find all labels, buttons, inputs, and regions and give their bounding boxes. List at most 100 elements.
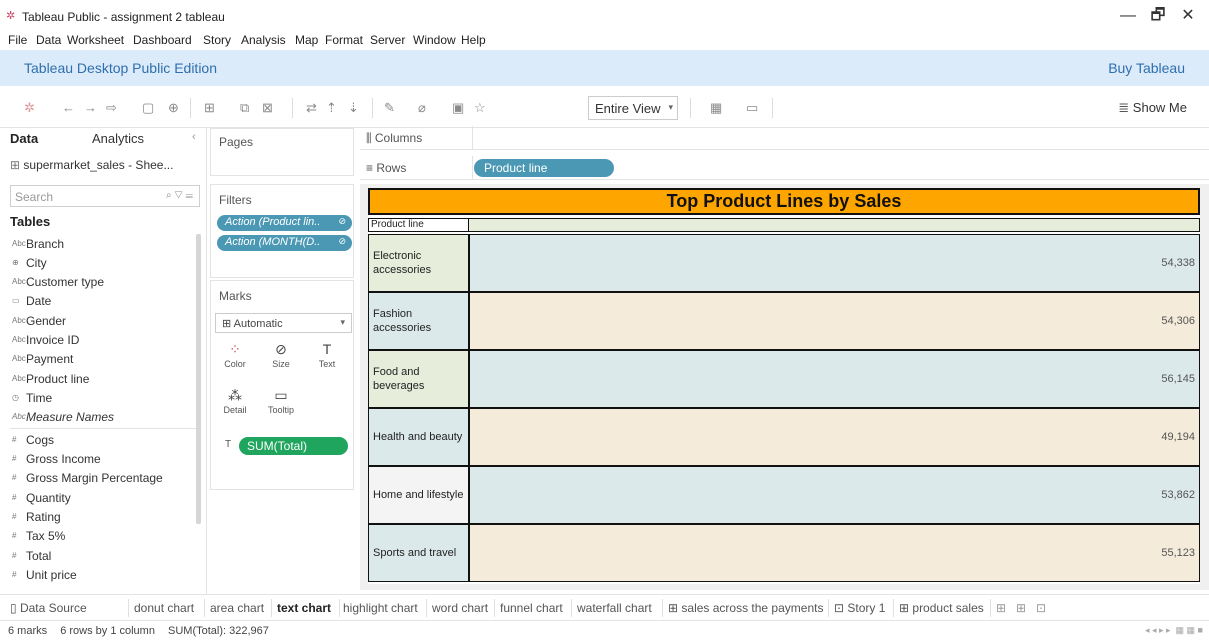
buy-tableau-link[interactable]: Buy Tableau xyxy=(1108,60,1185,76)
tab-analytics[interactable]: Analytics xyxy=(92,131,144,146)
field-cogs[interactable]: # Cogs xyxy=(12,432,54,448)
duplicate-icon[interactable]: ⧉ xyxy=(240,100,249,116)
tab-data[interactable]: Data xyxy=(10,131,38,146)
value-cell[interactable]: 49,194 xyxy=(468,408,1200,466)
tableau-logo-icon[interactable]: ✲ xyxy=(24,100,35,116)
rows-shelf[interactable]: ≡ Rows Product line xyxy=(360,156,1209,180)
swap-rows-columns-icon[interactable]: ⇄ xyxy=(306,100,317,116)
value-cell[interactable]: 54,306 xyxy=(468,292,1200,350)
field-product-line[interactable]: Abc Product line xyxy=(12,371,89,387)
menu-server[interactable]: Server xyxy=(370,32,405,48)
menu-dashboard[interactable]: Dashboard xyxy=(133,32,192,48)
value-cell[interactable]: 55,123 xyxy=(468,524,1200,582)
menu-help[interactable]: Help xyxy=(461,32,486,48)
field-date[interactable]: ▭ Date xyxy=(12,293,51,309)
color-button[interactable]: ⁘ Color xyxy=(217,339,253,379)
header-product-line[interactable]: Product line xyxy=(368,218,470,232)
undo-icon[interactable]: ← xyxy=(62,100,75,116)
presentation-icon[interactable]: ▭ xyxy=(746,100,758,116)
new-datasource-icon[interactable]: ⊕ xyxy=(168,100,179,116)
value-cell[interactable]: 53,862 xyxy=(468,466,1200,524)
size-button[interactable]: ⊘ Size xyxy=(263,339,299,379)
field-unit-price[interactable]: # Unit price xyxy=(12,567,77,583)
tab-funnel-chart[interactable]: funnel chart xyxy=(500,601,563,615)
tab-text-chart[interactable]: text chart xyxy=(277,601,331,615)
value-cell[interactable]: 54,338 xyxy=(468,234,1200,292)
data-pane-scrollbar[interactable] xyxy=(196,234,201,524)
tab-product-sales[interactable]: ⊞ product sales xyxy=(899,601,984,615)
sheet-navigation-icon[interactable]: ◂ ◂ ▸ ▸ ▦ ▦ ■ xyxy=(1145,625,1203,636)
menu-story[interactable]: Story xyxy=(203,32,231,48)
menu-window[interactable]: Window xyxy=(413,32,456,48)
new-worksheet-tab-icon[interactable]: ⊞ xyxy=(996,601,1006,615)
tab-highlight-chart[interactable]: highlight chart xyxy=(343,601,418,615)
filter-pill-month[interactable]: Action (MONTH(D.. ⊘ xyxy=(217,235,352,251)
pages-card[interactable]: Pages xyxy=(210,128,354,176)
pin-icon[interactable]: ☆ xyxy=(474,100,486,116)
new-worksheet-icon[interactable]: ⊞ xyxy=(204,100,215,116)
tab-word-chart[interactable]: word chart xyxy=(432,601,488,615)
sort-descending-icon[interactable]: ⇣ xyxy=(348,100,359,116)
fit-dropdown[interactable]: Entire View ▾ xyxy=(588,96,678,120)
filter-pill-product-line[interactable]: Action (Product lin.. ⊘ xyxy=(217,215,352,231)
new-dashboard-tab-icon[interactable]: ⊞ xyxy=(1016,601,1026,615)
field-quantity[interactable]: # Quantity xyxy=(12,490,71,506)
datasource-name[interactable]: ⊞ supermarket_sales - Shee... xyxy=(10,158,173,172)
labels-icon[interactable]: ▣ xyxy=(452,100,464,116)
tab-data-source[interactable]: ▯ Data Source xyxy=(10,601,87,615)
highlight-icon[interactable]: ✎ xyxy=(384,100,395,116)
sort-ascending-icon[interactable]: ⇡ xyxy=(326,100,337,116)
row-header[interactable]: Electronic accessories xyxy=(368,234,470,292)
clear-sheet-icon[interactable]: ⊠ xyxy=(262,100,273,116)
tab-divider xyxy=(828,599,829,617)
field-gross-margin-percentage[interactable]: # Gross Margin Percentage xyxy=(12,470,163,486)
field-payment[interactable]: Abc Payment xyxy=(12,351,73,367)
detail-button[interactable]: ⁂ Detail xyxy=(217,385,253,425)
mark-type-dropdown[interactable]: ⊞ Automatic ▾ xyxy=(215,313,352,333)
tab-area-chart[interactable]: area chart xyxy=(210,601,264,615)
collapse-pane-icon[interactable]: ‹ xyxy=(192,131,196,143)
group-icon[interactable]: ⌀ xyxy=(418,100,426,116)
product-line-pill[interactable]: Product line xyxy=(474,159,614,177)
save-icon[interactable]: ▢ xyxy=(142,100,154,116)
row-header[interactable]: Food and beverages xyxy=(368,350,470,408)
close-button[interactable]: ✕ xyxy=(1168,4,1208,28)
tab-donut-chart[interactable]: donut chart xyxy=(134,601,194,615)
new-story-tab-icon[interactable]: ⊡ xyxy=(1036,601,1046,615)
field-total[interactable]: # Total xyxy=(12,548,51,564)
field-gross-income[interactable]: # Gross Income xyxy=(12,451,101,467)
tab-sales-across-payments[interactable]: ⊞ sales across the payments xyxy=(668,601,823,615)
menu-map[interactable]: Map xyxy=(295,32,318,48)
row-header[interactable]: Health and beauty xyxy=(368,408,470,466)
field-branch[interactable]: Abc Branch xyxy=(12,236,64,252)
tab-story-1[interactable]: ⊡ Story 1 xyxy=(834,601,885,615)
tab-waterfall-chart[interactable]: waterfall chart xyxy=(577,601,652,615)
search-input[interactable]: Search ⌕ ▽ ☰ xyxy=(10,185,200,207)
row-header[interactable]: Sports and travel xyxy=(368,524,470,582)
sum-total-pill[interactable]: SUM(Total) xyxy=(239,437,348,455)
field-rating[interactable]: # Rating xyxy=(12,509,61,525)
menu-analysis[interactable]: Analysis xyxy=(241,32,286,48)
columns-shelf[interactable]: ⫼ Columns xyxy=(360,126,1209,150)
field-measure-names[interactable]: Abc Measure Names xyxy=(12,409,114,425)
replay-icon[interactable]: ⇨ xyxy=(106,100,117,116)
field-tax[interactable]: # Tax 5% xyxy=(12,528,65,544)
menu-file[interactable]: File xyxy=(8,32,27,48)
text-button[interactable]: T Text xyxy=(309,339,345,379)
row-header[interactable]: Home and lifestyle xyxy=(368,466,470,524)
tooltip-button[interactable]: ▭ Tooltip xyxy=(263,385,299,425)
cards-icon[interactable]: ▦ xyxy=(710,100,722,116)
value-cell[interactable]: 56,145 xyxy=(468,350,1200,408)
field-invoice-id[interactable]: Abc Invoice ID xyxy=(12,332,79,348)
filters-card[interactable]: Filters Action (Product lin.. ⊘ Action (M… xyxy=(210,184,354,278)
row-header[interactable]: Fashion accessories xyxy=(368,292,470,350)
menu-format[interactable]: Format xyxy=(325,32,363,48)
show-me-button[interactable]: ≣ Show Me xyxy=(1118,100,1187,116)
redo-icon[interactable]: → xyxy=(84,100,97,116)
field-city[interactable]: ⊕ City xyxy=(12,255,47,271)
menu-worksheet[interactable]: Worksheet xyxy=(67,32,124,48)
field-customer-type[interactable]: Abc Customer type xyxy=(12,274,104,290)
field-gender[interactable]: Abc Gender xyxy=(12,313,66,329)
field-time[interactable]: ◷ Time xyxy=(12,390,52,406)
menu-data[interactable]: Data xyxy=(36,32,61,48)
